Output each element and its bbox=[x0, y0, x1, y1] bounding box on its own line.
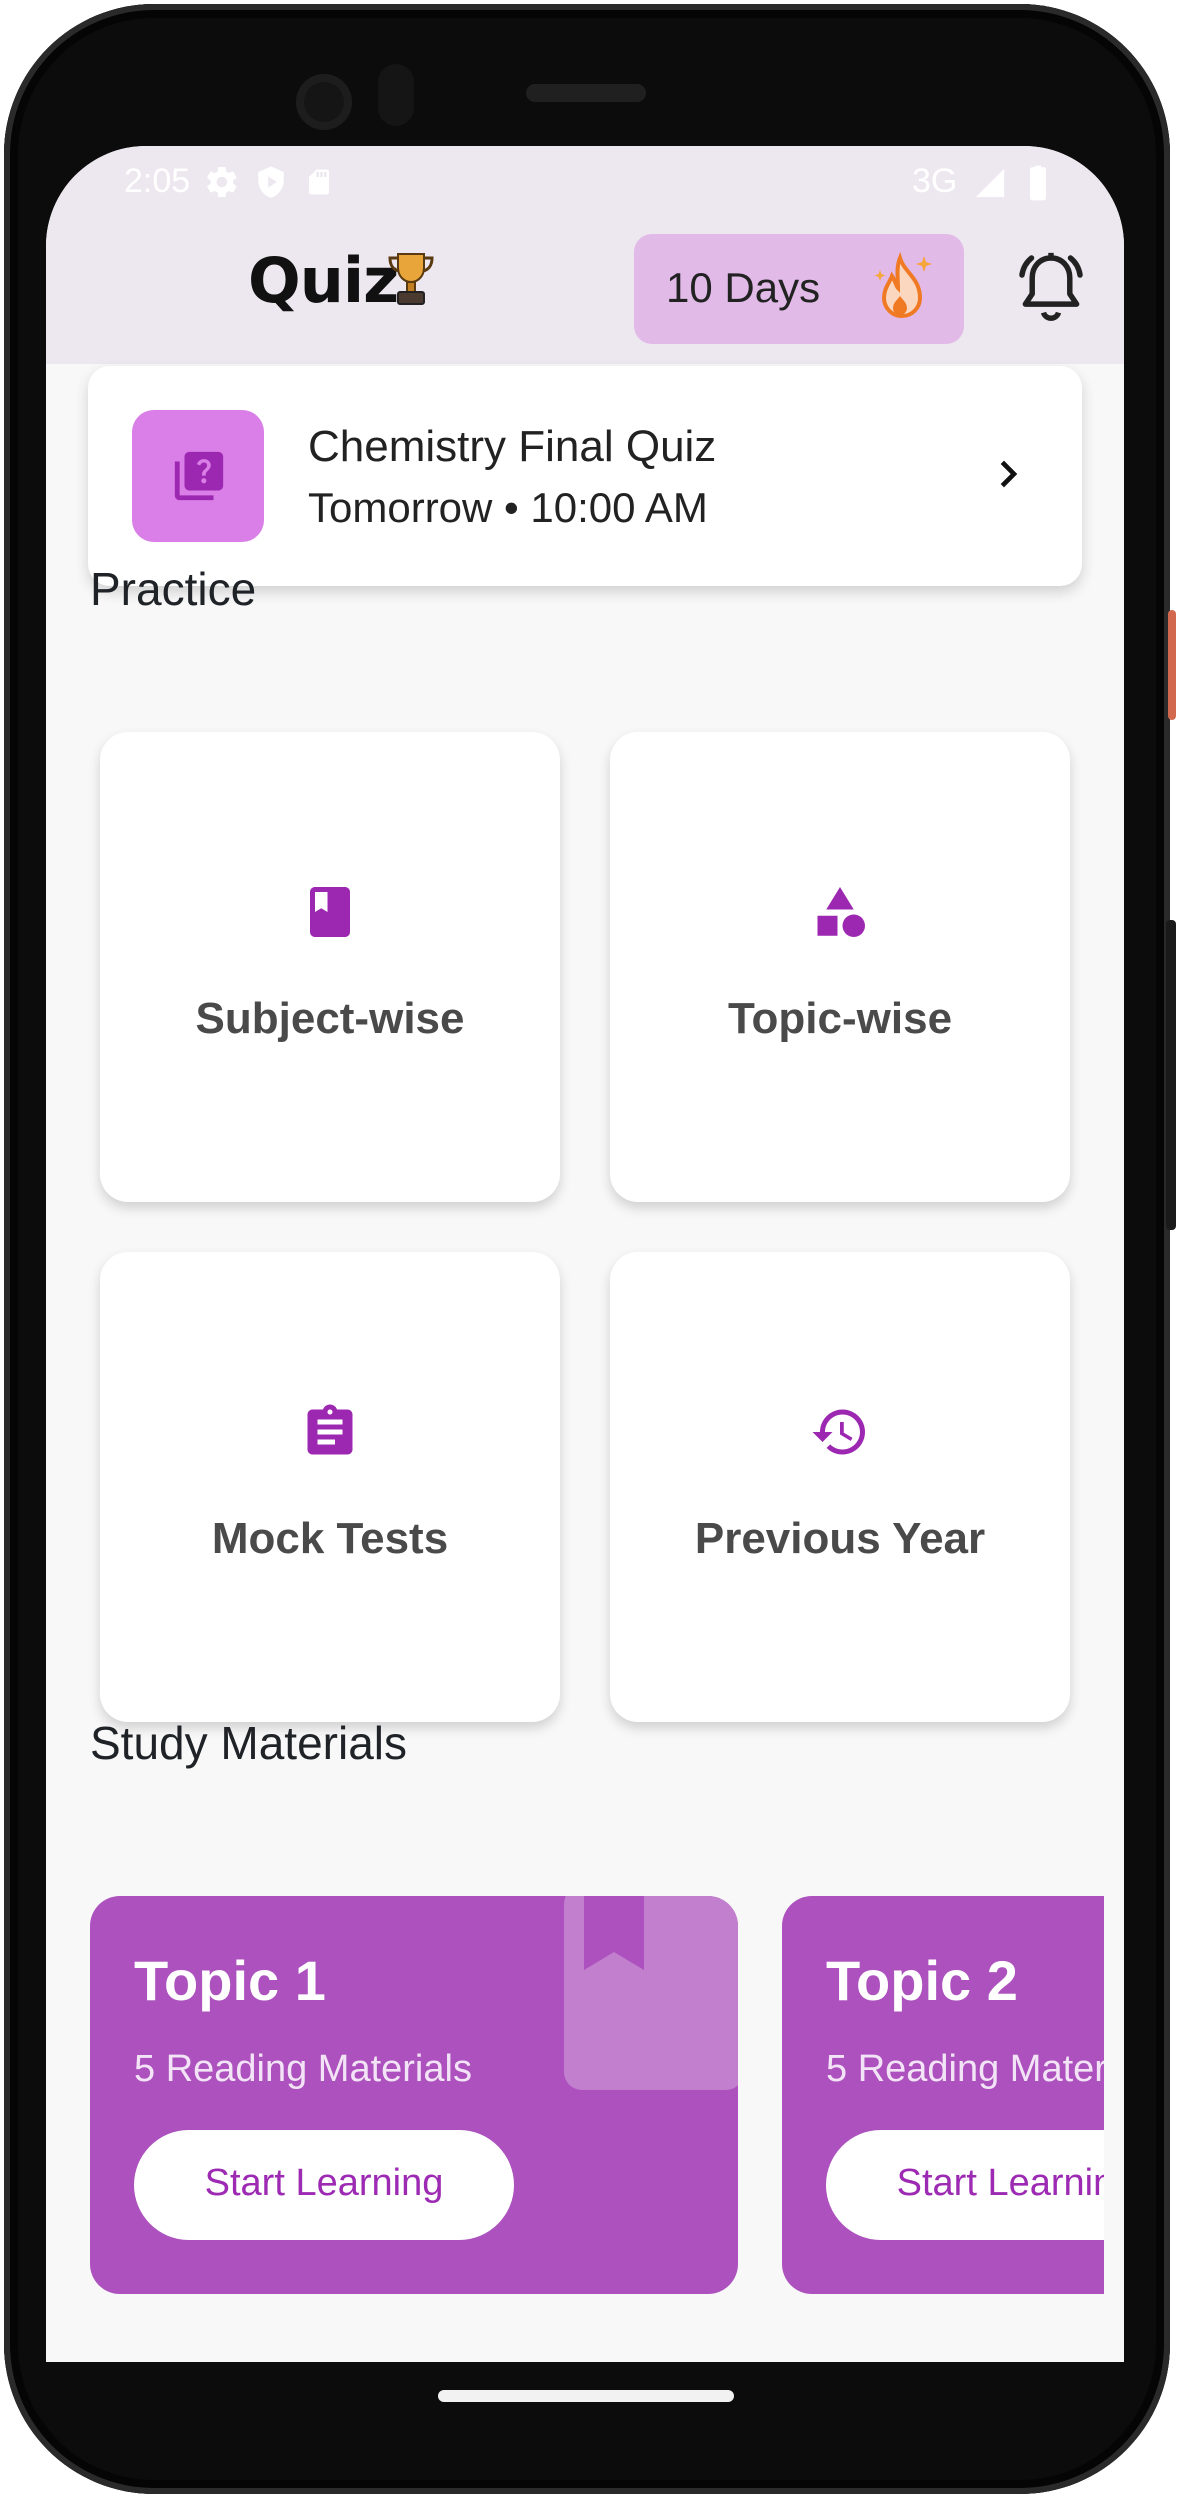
quiz-schedule: Tomorrow • 10:00 AM bbox=[308, 484, 708, 531]
status-time: 2:05 bbox=[124, 162, 191, 200]
start-learning-label: Start Learning bbox=[204, 2162, 444, 2204]
topic-card[interactable]: Topic 2 5 Reading Materials Start Learni… bbox=[782, 1896, 1104, 2294]
topic-card[interactable]: Topic 1 5 Reading Materials Start Learni… bbox=[90, 1896, 738, 2294]
tile-label: Mock Tests bbox=[211, 1514, 449, 1563]
book-icon bbox=[310, 887, 350, 937]
flame-icon bbox=[874, 251, 932, 318]
tile-label: Topic-wise bbox=[727, 994, 953, 1043]
bookmark-decoration bbox=[564, 1896, 738, 2090]
shapes-icon bbox=[817, 887, 865, 937]
practice-tile-topic-wise[interactable]: Topic-wise bbox=[610, 732, 1070, 1202]
study-materials-section-title: Study Materials bbox=[90, 1717, 408, 1769]
quiz-title: Chemistry Final Quiz bbox=[308, 422, 717, 471]
settings-icon bbox=[207, 166, 237, 198]
trophy-icon bbox=[388, 253, 434, 305]
upcoming-quiz-card[interactable]: Chemistry Final Quiz Tomorrow • 10:00 AM bbox=[88, 366, 1082, 586]
streak-badge[interactable]: 10 Days bbox=[634, 234, 964, 344]
start-learning-label: Start Learning bbox=[896, 2162, 1104, 2204]
start-learning-button[interactable]: Start Learning bbox=[134, 2130, 514, 2240]
home-indicator[interactable] bbox=[438, 2390, 734, 2402]
start-learning-button[interactable]: Start Learning bbox=[826, 2130, 1104, 2240]
practice-tile-subject-wise[interactable]: Subject-wise bbox=[100, 732, 560, 1202]
topic-subtitle: 5 Reading Materials bbox=[826, 2048, 1104, 2090]
practice-tile-mock-tests[interactable]: Mock Tests bbox=[100, 1252, 560, 1722]
shield-play-icon bbox=[258, 166, 284, 198]
earpiece-speaker bbox=[526, 84, 646, 102]
topic-subtitle: 5 Reading Materials bbox=[134, 2048, 472, 2090]
status-bar: 2:05 3G bbox=[46, 146, 1124, 216]
battery-icon bbox=[1030, 165, 1046, 201]
tile-label: Subject-wise bbox=[195, 994, 465, 1043]
topic-title: Topic 2 bbox=[826, 1949, 1018, 2012]
app-header: 2:05 3G Quiz 10 Days bbox=[46, 146, 1124, 364]
power-button bbox=[1168, 610, 1176, 720]
chevron-right-icon bbox=[1000, 460, 1018, 488]
proximity-sensor bbox=[378, 64, 414, 126]
notification-bell-icon[interactable] bbox=[1010, 246, 1092, 328]
history-icon bbox=[812, 1409, 865, 1455]
app-logo-text: Quiz bbox=[248, 244, 399, 317]
quiz-icon-container bbox=[132, 410, 264, 542]
sd-card-icon bbox=[309, 169, 329, 195]
practice-tile-previous-year[interactable]: Previous Year bbox=[610, 1252, 1070, 1722]
quiz-question-icon bbox=[174, 451, 224, 501]
streak-label: 10 Days bbox=[666, 264, 821, 311]
bookmark-icon bbox=[584, 1896, 644, 1970]
topic-title: Topic 1 bbox=[134, 1949, 326, 2012]
tile-label: Previous Year bbox=[694, 1514, 986, 1563]
front-camera bbox=[296, 74, 352, 130]
app-screen: 2:05 3G Quiz 10 Days Chemistry Final Qui… bbox=[46, 146, 1124, 2362]
network-type: 3G bbox=[912, 162, 958, 200]
signal-icon bbox=[975, 168, 1005, 198]
clipboard-icon bbox=[307, 1404, 353, 1455]
practice-section-title: Practice bbox=[90, 563, 257, 615]
volume-button bbox=[1166, 920, 1176, 1230]
